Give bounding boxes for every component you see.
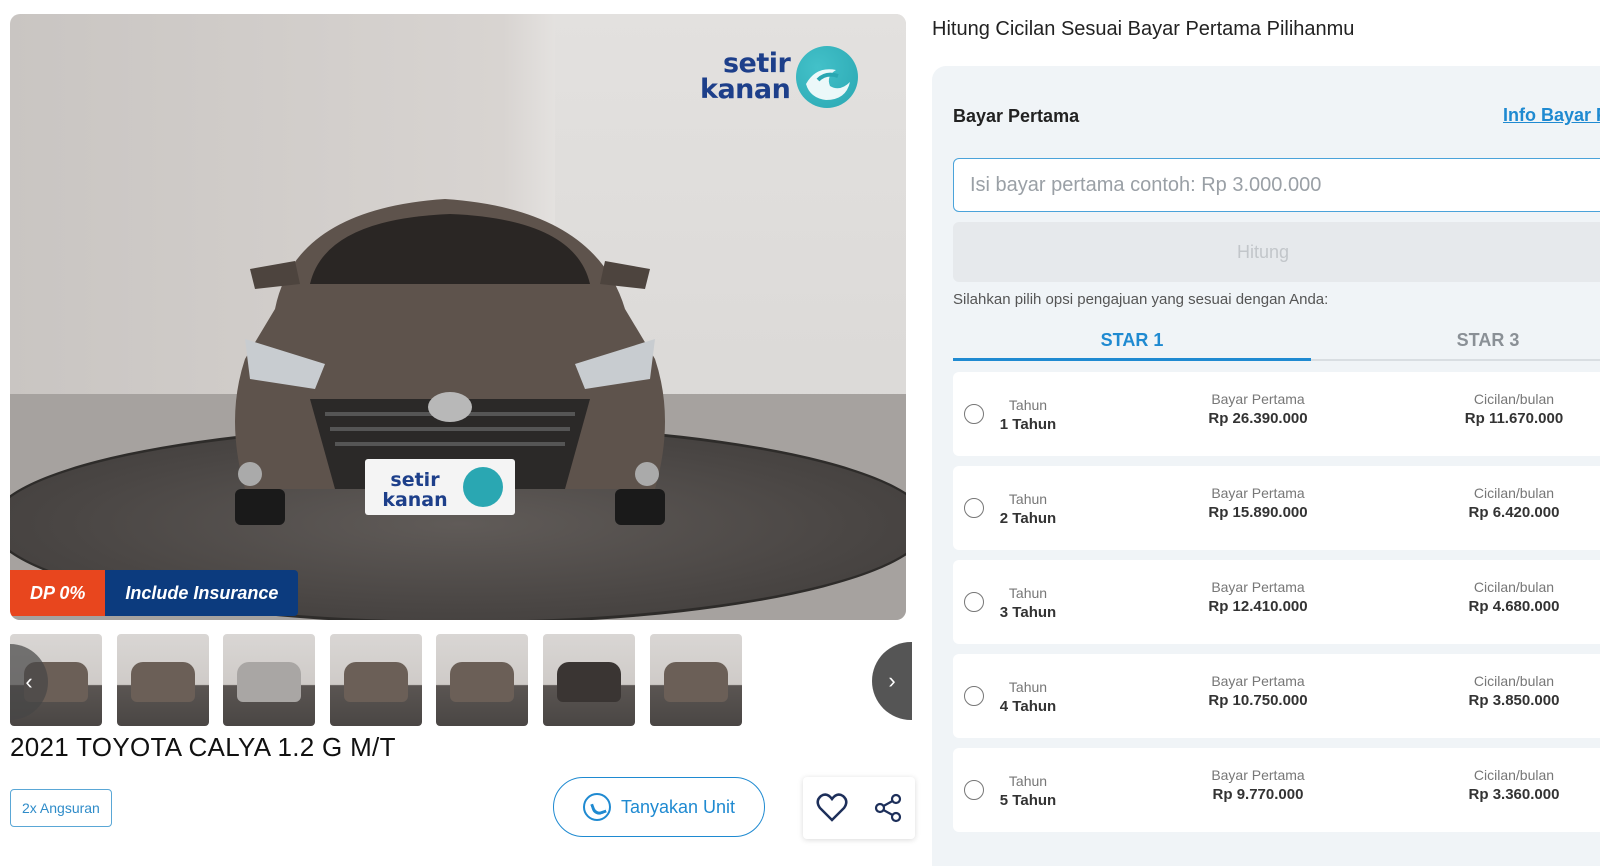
down-payment-col-label: Bayar Pertama — [1211, 485, 1305, 501]
svg-text:kanan: kanan — [382, 489, 447, 511]
listing-actions: 2x Angsuran Tanyakan Unit — [10, 777, 915, 841]
main-car-photo[interactable]: setir kanan setir kanan DP 0% Include In… — [10, 14, 906, 620]
tenor-value: 5 Tahun — [999, 792, 1057, 809]
thumbnail-6[interactable] — [543, 634, 635, 726]
ask-unit-button[interactable]: Tanyakan Unit — [553, 777, 765, 837]
promo-badges: DP 0% Include Insurance — [10, 570, 299, 616]
dp-badge: DP 0% — [10, 570, 106, 616]
ask-unit-label: Tanyakan Unit — [620, 796, 736, 817]
installment-col-label: Cicilan/bulan — [1473, 767, 1555, 783]
installment-option-row[interactable]: Tahun 3 Tahun Bayar Pertama Rp 12.410.000 … — [953, 560, 1600, 644]
installment-value: Rp 11.670.000 — [1464, 410, 1564, 427]
tenor-value: 3 Tahun — [999, 604, 1057, 621]
option-radio[interactable] — [964, 404, 984, 424]
down-payment-value: Rp 10.750.000 — [1208, 692, 1308, 709]
option-radio[interactable] — [964, 686, 984, 706]
down-payment-col-label: Bayar Pertama — [1211, 391, 1305, 407]
favorite-share-box — [803, 777, 915, 839]
installment-options: Tahun 1 Tahun Bayar Pertama Rp 26.390.000 … — [953, 372, 1600, 842]
installment-option-row[interactable]: Tahun 2 Tahun Bayar Pertama Rp 15.890.000 … — [953, 466, 1600, 550]
plan-tabs: STAR 1 STAR 3 — [953, 321, 1600, 361]
installment-calculator: Hitung Cicilan Sesuai Bayar Pertama Pili… — [932, 0, 1600, 866]
option-hint: Silahkan pilih opsi pengajuan yang sesua… — [953, 291, 1329, 308]
down-payment-info-link[interactable]: Info Bayar P — [1503, 105, 1600, 126]
option-radio[interactable] — [964, 498, 984, 518]
down-payment-label: Bayar Pertama — [953, 106, 1080, 126]
tenor-value: 2 Tahun — [999, 510, 1057, 527]
down-payment-value: Rp 26.390.000 — [1208, 410, 1308, 427]
calculator-panel: Bayar Pertama Info Bayar P Hitung Silahk… — [932, 66, 1600, 866]
down-payment-input[interactable] — [953, 158, 1600, 212]
listing-title: 2021 TOYOTA CALYA 1.2 G M/T — [10, 732, 396, 762]
option-radio[interactable] — [964, 780, 984, 800]
whatsapp-icon — [582, 793, 611, 821]
tenor-label: Tahun — [1008, 679, 1048, 695]
installment-col-label: Cicilan/bulan — [1473, 485, 1555, 501]
installment-option-row[interactable]: Tahun 1 Tahun Bayar Pertama Rp 26.390.000 … — [953, 372, 1600, 456]
down-payment-col-label: Bayar Pertama — [1211, 673, 1305, 689]
thumbnail-2[interactable] — [117, 634, 209, 726]
thumbnail-4[interactable] — [330, 634, 422, 726]
tab-star-1[interactable]: STAR 1 — [953, 321, 1311, 361]
down-payment-col-label: Bayar Pertama — [1211, 579, 1305, 595]
installment-col-label: Cicilan/bulan — [1473, 673, 1555, 689]
down-payment-value: Rp 15.890.000 — [1208, 504, 1308, 521]
installment-col-label: Cicilan/bulan — [1473, 391, 1555, 407]
down-payment-value: Rp 12.410.000 — [1208, 598, 1308, 615]
share-icon[interactable] — [873, 793, 903, 823]
chevron-left-icon: ‹ — [25, 669, 33, 694]
installment-value: Rp 6.420.000 — [1468, 504, 1560, 521]
tenor-label: Tahun — [1008, 397, 1048, 413]
heart-icon[interactable] — [816, 793, 848, 823]
option-radio[interactable] — [964, 592, 984, 612]
tenor-label: Tahun — [1008, 491, 1048, 507]
listing-column: setir kanan setir kanan DP 0% Include In… — [10, 14, 915, 841]
tenor-label: Tahun — [1008, 773, 1048, 789]
svg-text:setir: setir — [390, 469, 440, 491]
insurance-badge: Include Insurance — [105, 570, 299, 616]
installment-value: Rp 3.850.000 — [1468, 692, 1560, 709]
installment-value: Rp 4.680.000 — [1468, 598, 1560, 615]
tenor-label: Tahun — [1008, 585, 1048, 601]
gallery-next-button[interactable]: › — [872, 642, 912, 720]
thumbnail-7[interactable] — [650, 634, 742, 726]
installment-option-row[interactable]: Tahun 4 Tahun Bayar Pertama Rp 10.750.000 … — [953, 654, 1600, 738]
chevron-right-icon: › — [888, 668, 896, 693]
thumbnail-strip: ‹ › — [10, 634, 912, 726]
down-payment-col-label: Bayar Pertama — [1211, 767, 1305, 783]
installment-col-label: Cicilan/bulan — [1473, 579, 1555, 595]
calculate-button[interactable]: Hitung — [953, 222, 1600, 282]
brand-logo: setir kanan — [700, 46, 859, 108]
tenor-value: 4 Tahun — [999, 698, 1057, 715]
installment-option-row[interactable]: Tahun 5 Tahun Bayar Pertama Rp 9.770.000 C… — [953, 748, 1600, 832]
down-payment-value: Rp 9.770.000 — [1212, 786, 1304, 803]
thumbnail-3[interactable] — [223, 634, 315, 726]
tenor-value: 1 Tahun — [999, 416, 1057, 433]
brand-logo-mark — [796, 46, 859, 108]
thumbnail-5[interactable] — [436, 634, 528, 726]
tab-star-3[interactable]: STAR 3 — [1323, 321, 1600, 351]
calculator-heading: Hitung Cicilan Sesuai Bayar Pertama Pili… — [932, 18, 1355, 40]
installment-chip[interactable]: 2x Angsuran — [10, 789, 112, 827]
installment-value: Rp 3.360.000 — [1468, 786, 1560, 803]
car-image: setir kanan — [235, 199, 665, 525]
